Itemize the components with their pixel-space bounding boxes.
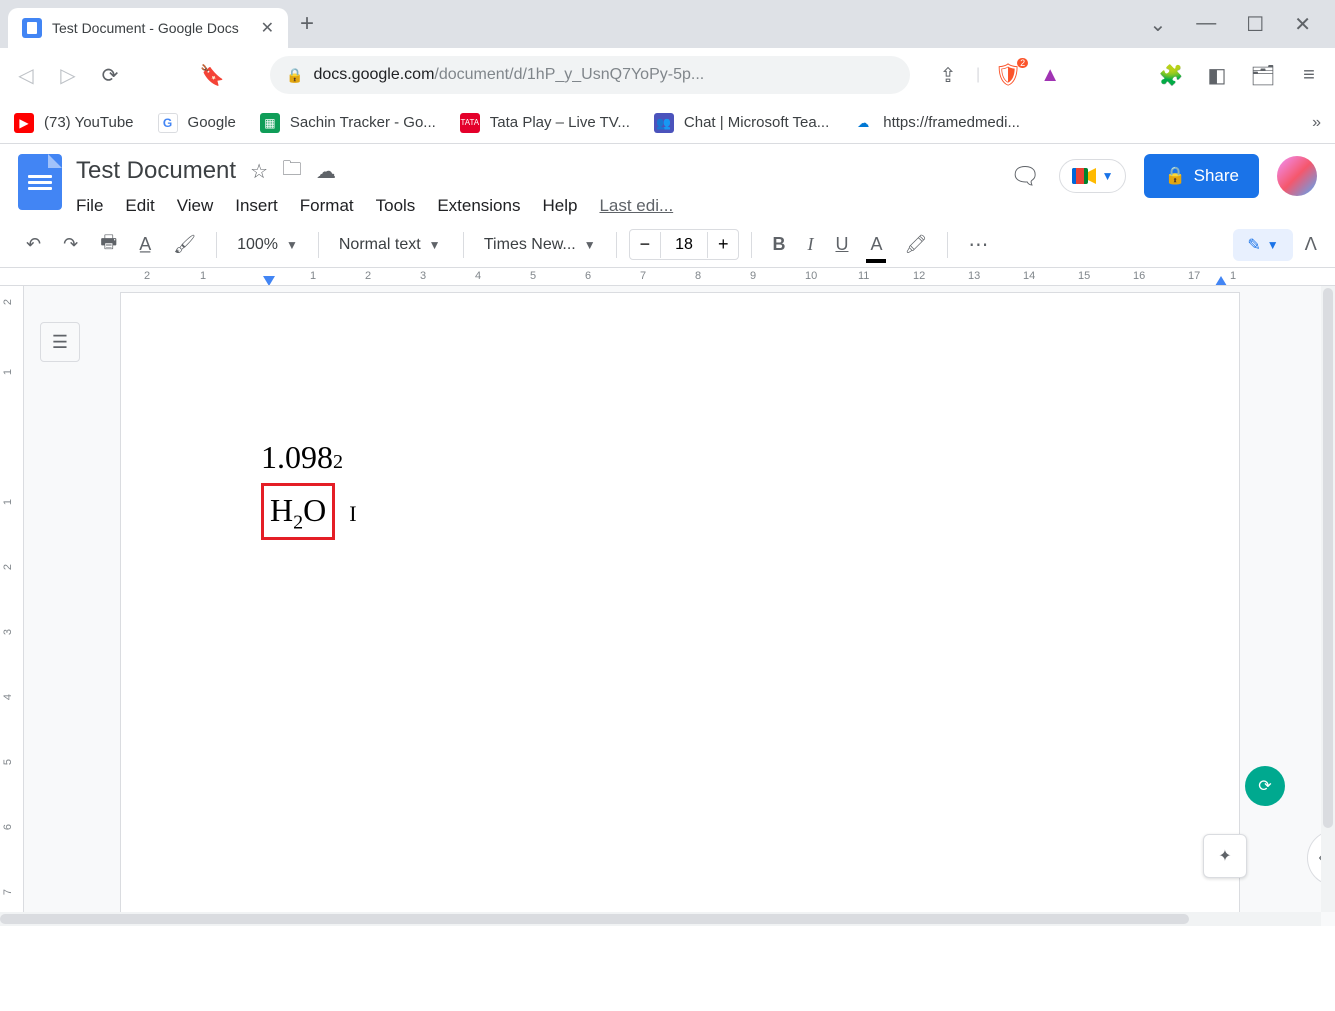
toolbar: ↶ ↷ 🖶 A̲ 🖌 100%▼ Normal text▼ Times New.… xyxy=(0,222,1335,268)
superscript-text: 2 xyxy=(333,447,343,477)
italic-button[interactable]: I xyxy=(799,228,821,261)
bookmarks-bar: ▶(73) YouTube GGoogle ▦Sachin Tracker - … xyxy=(0,102,1335,144)
docs-header: Test Document ☆ 🗀 ☁ File Edit View Inser… xyxy=(0,144,1335,222)
meet-button[interactable]: ▼ xyxy=(1059,159,1127,193)
redo-button[interactable]: ↷ xyxy=(55,228,86,261)
paint-format-button[interactable]: 🖌 xyxy=(165,228,204,261)
outline-toggle-button[interactable]: ☰ xyxy=(40,322,80,362)
font-size-control: − 18 + xyxy=(629,229,740,260)
chevron-down-icon[interactable]: ⌄ xyxy=(1150,12,1167,37)
new-tab-button[interactable]: + xyxy=(300,10,314,38)
back-button[interactable]: ◁ xyxy=(12,61,40,89)
font-size-increase[interactable]: + xyxy=(708,230,739,259)
explore-button[interactable]: ✦ xyxy=(1203,834,1247,878)
menu-tools[interactable]: Tools xyxy=(376,196,416,216)
meet-icon xyxy=(1072,166,1096,186)
menu-help[interactable]: Help xyxy=(542,196,577,216)
bookmark-youtube[interactable]: ▶(73) YouTube xyxy=(14,113,134,133)
bookmark-google[interactable]: GGoogle xyxy=(158,113,236,133)
horizontal-scrollbar[interactable] xyxy=(0,912,1321,926)
menu-insert[interactable]: Insert xyxy=(235,196,278,216)
collapse-toolbar-button[interactable]: ᐱ xyxy=(1305,234,1317,255)
document-canvas: 2 1 1 2 3 4 5 6 7 ☰ 1.0982 H2O I ⟳ ✦ ‹ xyxy=(0,286,1335,926)
browser-tab[interactable]: Test Document - Google Docs ✕ xyxy=(8,8,288,48)
last-edit-link[interactable]: Last edi... xyxy=(599,196,673,216)
text-color-button[interactable]: A xyxy=(862,228,890,261)
comment-history-icon[interactable]: 🗨 xyxy=(1010,162,1040,191)
tab-title: Test Document - Google Docs xyxy=(52,20,251,36)
lock-icon: 🔒 xyxy=(286,67,303,84)
font-size-decrease[interactable]: − xyxy=(630,230,661,259)
wallet-icon[interactable]: 🗂 xyxy=(1249,61,1277,89)
sidebar-icon[interactable]: ◧ xyxy=(1203,61,1231,89)
document-content[interactable]: 1.0982 H2O I xyxy=(261,433,1099,540)
menu-view[interactable]: View xyxy=(177,196,214,216)
underline-button[interactable]: U xyxy=(827,228,856,261)
style-select[interactable]: Normal text▼ xyxy=(331,232,451,258)
subscript-text: 2 xyxy=(293,511,303,533)
pencil-icon: ✎ xyxy=(1247,235,1260,255)
browser-tab-bar: Test Document - Google Docs ✕ + ⌄ ― ☐ ✕ xyxy=(0,0,1335,48)
menu-bar: File Edit View Insert Format Tools Exten… xyxy=(76,196,996,216)
vertical-ruler[interactable]: 2 1 1 2 3 4 5 6 7 xyxy=(0,286,24,926)
highlighted-h2o: H2O xyxy=(261,483,335,540)
user-avatar[interactable] xyxy=(1277,156,1317,196)
maximize-button[interactable]: ☐ xyxy=(1246,12,1264,37)
text-line-1[interactable]: 1.0982 xyxy=(261,433,1099,481)
tab-close-button[interactable]: ✕ xyxy=(261,18,274,38)
address-bar: ◁ ▷ ⟳ 🔖 🔒 docs.google.com/document/d/1hP… xyxy=(0,48,1335,102)
move-folder-icon[interactable]: 🗀 xyxy=(282,154,302,188)
forward-button[interactable]: ▷ xyxy=(54,61,82,89)
text-line-2[interactable]: H2O I xyxy=(261,481,1099,540)
bold-button[interactable]: B xyxy=(764,228,793,261)
menu-file[interactable]: File xyxy=(76,196,103,216)
browser-menu-icon[interactable]: ≡ xyxy=(1295,61,1323,89)
reload-button[interactable]: ⟳ xyxy=(96,61,124,89)
right-margin-marker[interactable] xyxy=(1215,276,1227,286)
bookmark-tata[interactable]: TATATata Play – Live TV... xyxy=(460,113,630,133)
brave-shield-icon[interactable]: 🛡2 xyxy=(994,62,1022,88)
font-select[interactable]: Times New...▼ xyxy=(476,232,604,258)
docs-logo-icon[interactable] xyxy=(18,154,62,210)
extensions-icon[interactable]: 🧩 xyxy=(1157,61,1185,89)
menu-extensions[interactable]: Extensions xyxy=(437,196,520,216)
share-page-icon[interactable]: ⇪ xyxy=(934,61,962,89)
font-size-value[interactable]: 18 xyxy=(660,232,708,258)
horizontal-ruler[interactable]: 2 1 1 2 3 4 5 6 7 8 9 10 11 12 13 14 15 … xyxy=(0,268,1335,286)
bookmarks-overflow[interactable]: » xyxy=(1312,114,1321,132)
highlight-button[interactable]: 🖍 xyxy=(896,228,935,261)
document-page[interactable]: 1.0982 H2O I xyxy=(120,292,1240,926)
editing-mode-button[interactable]: ✎ ▼ xyxy=(1233,229,1292,261)
menu-edit[interactable]: Edit xyxy=(125,196,154,216)
zoom-select[interactable]: 100%▼ xyxy=(229,232,306,258)
star-icon[interactable]: ☆ xyxy=(250,159,268,184)
brave-rewards-icon[interactable]: ▲ xyxy=(1036,61,1064,89)
cloud-status-icon[interactable]: ☁ xyxy=(316,159,336,184)
bookmark-teams[interactable]: 👥Chat | Microsoft Tea... xyxy=(654,113,829,133)
bookmark-sheets[interactable]: ▦Sachin Tracker - Go... xyxy=(260,113,436,133)
more-toolbar-button[interactable]: ⋯ xyxy=(960,226,998,263)
undo-button[interactable]: ↶ xyxy=(18,228,49,261)
spellcheck-button[interactable]: A̲ xyxy=(131,228,159,261)
bookmark-page-icon[interactable]: 🔖 xyxy=(198,61,226,89)
url-input[interactable]: 🔒 docs.google.com/document/d/1hP_y_UsnQ7… xyxy=(270,56,910,94)
url-text: docs.google.com/document/d/1hP_y_UsnQ7Yo… xyxy=(313,66,704,84)
share-button[interactable]: 🔒 Share xyxy=(1144,154,1259,198)
menu-format[interactable]: Format xyxy=(300,196,354,216)
fab-button[interactable]: ⟳ xyxy=(1245,766,1285,806)
window-controls: ⌄ ― ☐ ✕ xyxy=(1150,12,1327,37)
vertical-scrollbar[interactable] xyxy=(1321,286,1335,912)
lock-icon: 🔒 xyxy=(1164,166,1185,186)
docs-favicon-icon xyxy=(22,18,42,38)
bookmark-framedmedi[interactable]: ☁https://framedmedi... xyxy=(853,113,1020,133)
print-button[interactable]: 🖶 xyxy=(92,224,125,266)
document-title[interactable]: Test Document xyxy=(76,157,236,185)
close-window-button[interactable]: ✕ xyxy=(1294,12,1311,37)
indent-marker[interactable] xyxy=(263,276,275,286)
minimize-button[interactable]: ― xyxy=(1196,12,1216,37)
text-cursor: I xyxy=(349,497,356,530)
